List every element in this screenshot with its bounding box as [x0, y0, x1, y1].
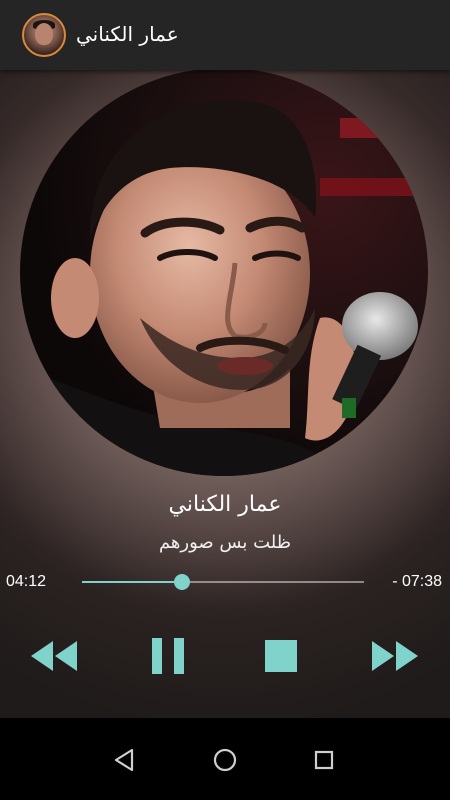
album-art-image — [20, 68, 428, 476]
track-title: ظلت بس صورهم — [158, 532, 292, 553]
avatar-face — [35, 23, 53, 45]
stop-button[interactable] — [263, 636, 299, 676]
seek-thumb[interactable] — [174, 574, 191, 590]
back-icon — [114, 748, 134, 772]
rewind-button[interactable] — [29, 636, 79, 676]
album-art — [20, 68, 428, 476]
pause-button[interactable] — [146, 636, 190, 676]
stop-icon — [265, 640, 297, 672]
time-elapsed: 04:12 — [6, 573, 47, 590]
pause-icon — [152, 638, 184, 674]
nav-back-button[interactable] — [106, 742, 142, 778]
home-icon — [213, 748, 237, 772]
seek-progress — [82, 581, 183, 583]
fast-forward-icon — [372, 641, 418, 671]
nav-recents-button[interactable] — [306, 742, 342, 778]
music-player-screen: عمار الكناني عمار الكناني ظلت بس صورهم 0… — [0, 0, 450, 800]
track-artist: عمار الكناني — [168, 492, 282, 517]
seek-bar[interactable] — [82, 572, 364, 592]
nav-home-button[interactable] — [207, 742, 243, 778]
app-title: عمار الكناني — [76, 22, 179, 46]
artist-avatar-icon[interactable] — [22, 13, 66, 57]
fast-forward-button[interactable] — [370, 636, 420, 676]
recents-icon — [314, 750, 334, 770]
system-nav-bar — [0, 718, 450, 800]
rewind-icon — [31, 641, 77, 671]
app-bar: عمار الكناني — [0, 0, 450, 70]
time-remaining: - 07:38 — [392, 573, 442, 590]
